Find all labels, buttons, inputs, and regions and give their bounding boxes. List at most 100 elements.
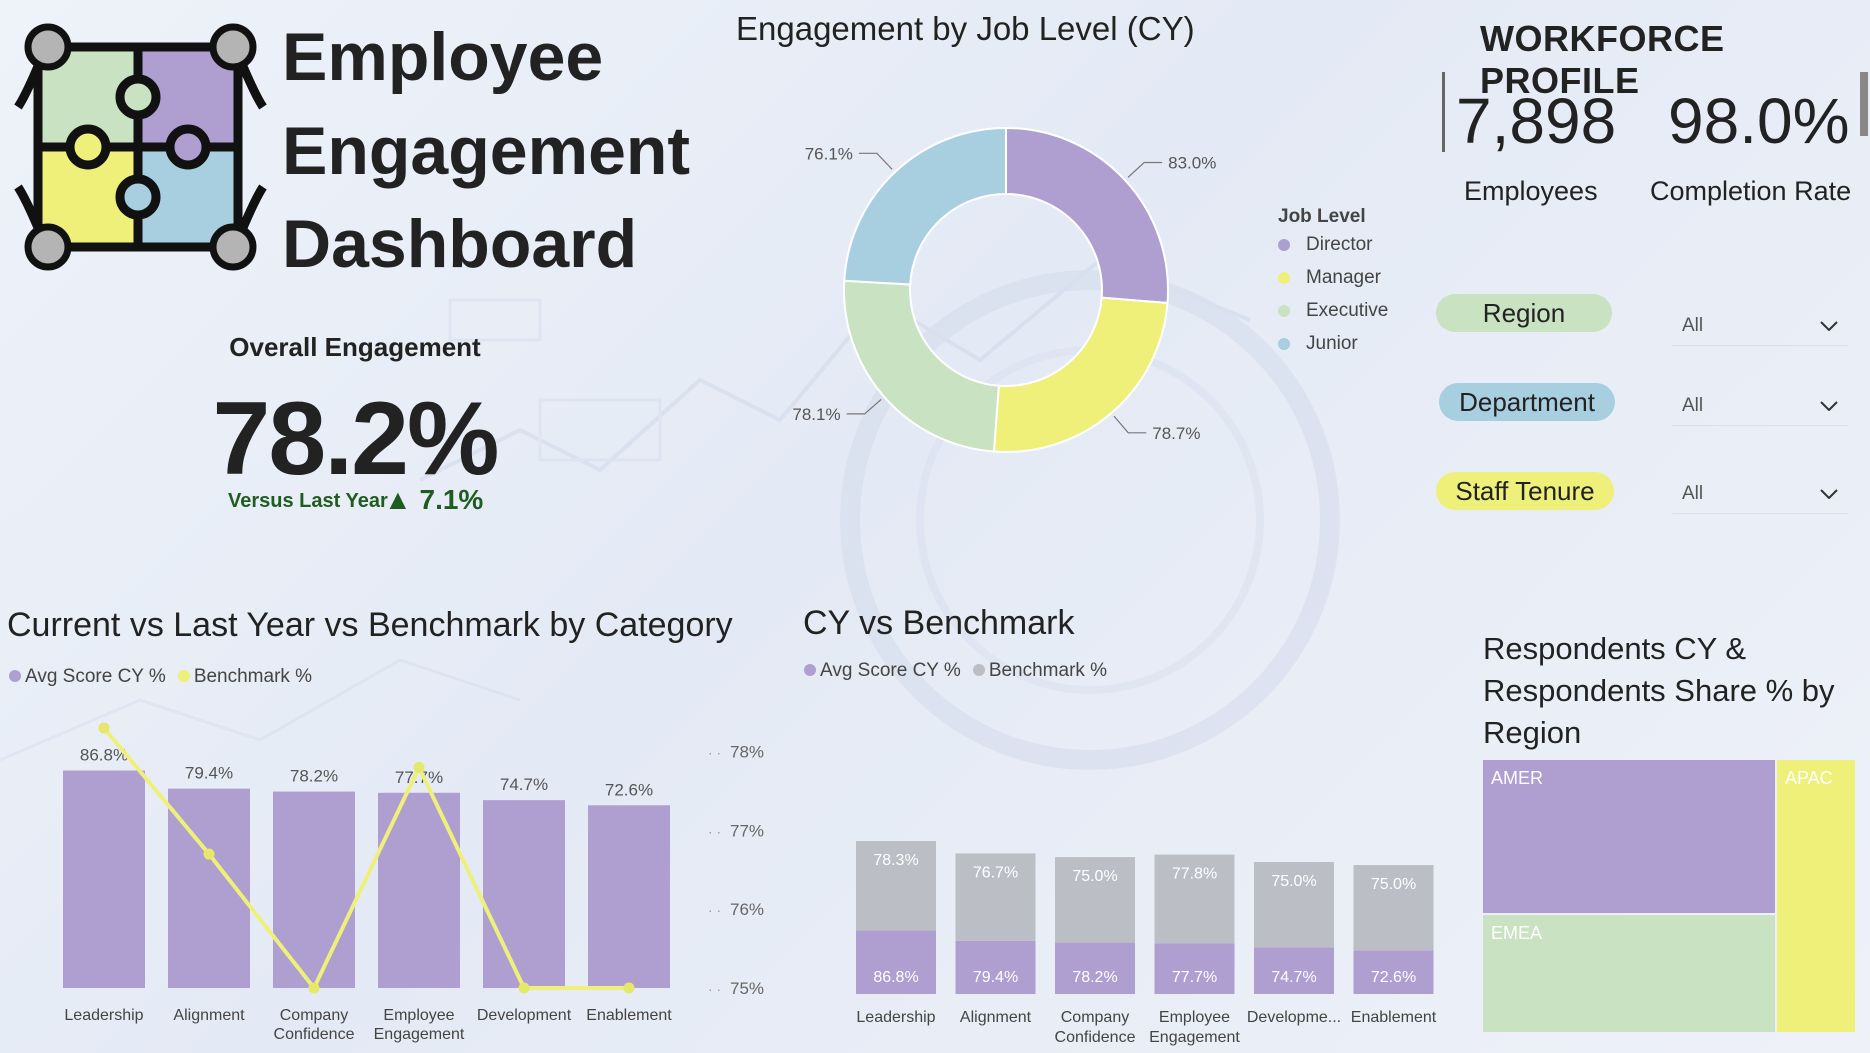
donut-leader-line: [1127, 161, 1163, 178]
legend-item-avg-score[interactable]: Avg Score CY %: [804, 660, 961, 682]
treemap-cell-apac[interactable]: APAC: [1777, 760, 1855, 1032]
secondary-axis-tick: 78%: [730, 743, 764, 762]
category-bar[interactable]: [483, 800, 565, 988]
region-filter-value: All: [1682, 314, 1704, 336]
region-filter-label: Region: [1436, 294, 1612, 332]
category-bar[interactable]: [63, 770, 145, 988]
category-chart-title: Current vs Last Year vs Benchmark by Cat…: [7, 606, 733, 644]
job-level-donut-chart[interactable]: 83.0% 78.7% 78.1% 76.1%: [780, 110, 1260, 470]
benchmark-point: [623, 982, 635, 994]
benchmark-bar-label: 77.8%: [1172, 866, 1217, 883]
completion-rate-value: 98.0%: [1668, 85, 1850, 157]
category-combo-chart[interactable]: 86.8%Leadership79.4%Alignment78.2%Compan…: [40, 700, 780, 1050]
completion-rate-label: Completion Rate: [1650, 176, 1852, 206]
cy-bar-label: 78.2%: [1072, 969, 1117, 986]
category-chart-legend: Avg Score CY % Benchmark %: [9, 666, 312, 688]
benchmark-bar-label: 78.3%: [873, 852, 918, 869]
donut-legend-item-manager[interactable]: Manager: [1278, 267, 1388, 289]
benchmark-bar-label: 75.0%: [1371, 876, 1416, 893]
category-bar-label: 78.2%: [290, 767, 338, 786]
treemap-cell-emea[interactable]: EMEA: [1483, 915, 1775, 1032]
cy-bar-label: 72.6%: [1371, 969, 1416, 986]
staff-tenure-filter-label: Staff Tenure: [1436, 472, 1614, 510]
secondary-axis-dots: · ·: [708, 745, 721, 761]
donut-slice-manager[interactable]: [992, 296, 1169, 453]
benchmark-bar-label: 76.7%: [973, 864, 1018, 881]
category-axis-label: Company: [1061, 1009, 1129, 1026]
cy-vs-benchmark-title: CY vs Benchmark: [803, 604, 1075, 642]
employees-count: 7,898: [1456, 85, 1617, 157]
secondary-axis-tick: 76%: [730, 900, 764, 919]
secondary-axis-dots: · ·: [708, 902, 721, 918]
category-bar[interactable]: [273, 791, 355, 988]
department-filter-dropdown[interactable]: All: [1672, 386, 1848, 426]
legend-item-avg-score[interactable]: Avg Score CY %: [9, 666, 166, 688]
cy-bar[interactable]: [955, 940, 1036, 994]
legend-item-benchmark[interactable]: Benchmark %: [972, 660, 1107, 682]
donut-slice-executive[interactable]: [843, 279, 1000, 453]
category-axis-label: Enablement: [1351, 1009, 1437, 1026]
donut-legend-item-executive[interactable]: Executive: [1278, 300, 1388, 322]
treemap-cell-amer[interactable]: AMER: [1483, 760, 1775, 913]
category-bar[interactable]: [378, 792, 460, 988]
donut-leader-line: [1113, 415, 1147, 434]
workforce-divider: [1442, 72, 1445, 152]
category-axis-label: Alignment: [960, 1009, 1032, 1026]
benchmark-bar-label: 75.0%: [1072, 868, 1117, 885]
benchmark-point: [308, 982, 320, 994]
region-treemap[interactable]: AMER EMEA APAC: [1483, 760, 1855, 1032]
donut-legend-item-director[interactable]: Director: [1278, 234, 1388, 256]
benchmark-point: [518, 982, 530, 994]
category-axis-label: Alignment: [173, 1007, 245, 1024]
donut-leader-line: [846, 398, 882, 415]
category-axis-label: Engagement: [1149, 1029, 1240, 1046]
department-filter-value: All: [1682, 394, 1704, 416]
donut-legend: Job Level Director Manager Executive Jun…: [1278, 206, 1388, 355]
donut-slice-junior[interactable]: [843, 126, 1007, 286]
donut-chart-title: Engagement by Job Level (CY): [736, 10, 1195, 47]
cy-bar-label: 79.4%: [973, 969, 1018, 986]
donut-slice-director[interactable]: [1005, 126, 1169, 305]
donut-legend-title: Job Level: [1278, 206, 1366, 227]
overall-engagement-value: 78.2%: [212, 381, 500, 497]
category-axis-label: Enablement: [586, 1007, 672, 1024]
staff-tenure-filter-value: All: [1682, 482, 1704, 504]
chevron-down-icon: [1820, 395, 1838, 417]
category-axis-label: Engagement: [374, 1026, 465, 1043]
staff-tenure-filter-dropdown[interactable]: All: [1672, 474, 1848, 514]
donut-legend-item-junior[interactable]: Junior: [1278, 333, 1388, 355]
puzzle-logo-icon: [14, 23, 267, 271]
overall-engagement-label: Overall Engagement: [229, 332, 481, 362]
chevron-down-icon: [1820, 483, 1838, 505]
category-axis-label: Leadership: [64, 1007, 143, 1024]
secondary-axis-tick: 75%: [730, 979, 764, 998]
scrollbar-thumb[interactable]: [1860, 72, 1868, 136]
dashboard-title-line-1: Employee: [282, 19, 604, 95]
region-filter-dropdown[interactable]: All: [1672, 306, 1848, 346]
cy-bar-label: 77.7%: [1172, 969, 1217, 986]
legend-item-benchmark[interactable]: Benchmark %: [177, 666, 312, 688]
cy-vs-benchmark-stacked-chart[interactable]: 86.8% 78.3% Leadership 79.4% 76.7% Alignment 7…: [840, 740, 1450, 1052]
yoy-delta-value: ▲ 7.1%: [384, 484, 484, 515]
donut-data-label: 78.7%: [1152, 424, 1200, 443]
category-bar-label: 74.7%: [500, 775, 548, 794]
category-axis-label: Company: [280, 1007, 348, 1024]
category-bar-label: 79.4%: [185, 764, 233, 783]
cy-vs-benchmark-legend: Avg Score CY % Benchmark %: [804, 660, 1107, 682]
versus-last-year-label: Versus Last Year: [228, 490, 388, 512]
donut-leader-line: [858, 152, 893, 170]
dashboard-title-line-2: Engagement: [282, 113, 691, 189]
benchmark-point: [98, 722, 110, 734]
donut-data-label: 78.1%: [792, 405, 840, 424]
category-bar[interactable]: [588, 805, 670, 988]
secondary-axis-tick: 77%: [730, 821, 764, 840]
treemap-title: Respondents CY & Respondents Share % by …: [1483, 631, 1835, 750]
employees-label: Employees: [1464, 176, 1598, 206]
cy-bar-label: 74.7%: [1271, 969, 1316, 986]
secondary-axis-dots: · ·: [708, 981, 721, 997]
category-axis-label: Confidence: [1055, 1029, 1136, 1046]
donut-data-label: 83.0%: [1168, 153, 1216, 172]
secondary-axis-dots: · ·: [708, 823, 721, 839]
category-bar-label: 72.6%: [605, 780, 653, 799]
cy-bar-label: 86.8%: [873, 969, 918, 986]
